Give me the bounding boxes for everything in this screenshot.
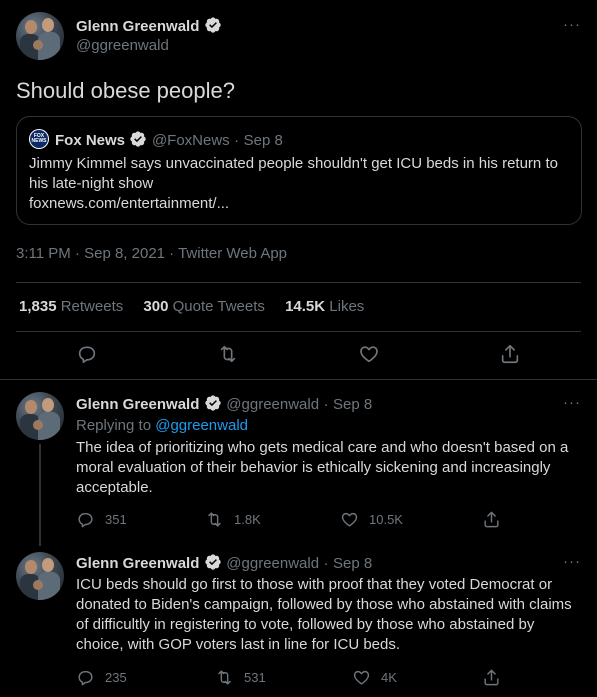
author-name-row[interactable]: Glenn Greenwald bbox=[76, 16, 222, 37]
fox-news-logo: FOX NEWS bbox=[29, 129, 49, 149]
reply-icon bbox=[78, 346, 96, 364]
divider bbox=[0, 379, 597, 380]
replying-to-handle[interactable]: @ggreenwald bbox=[155, 417, 248, 434]
verified-badge-icon bbox=[205, 554, 221, 570]
quoted-author-row: Fox News @FoxNews · Sep 8 bbox=[55, 130, 283, 151]
tweet-time[interactable]: 3:11 PM bbox=[16, 245, 71, 262]
quoted-author-handle: @FoxNews bbox=[151, 132, 230, 149]
retweet-count: 531 bbox=[244, 670, 266, 685]
share-icon bbox=[484, 669, 499, 686]
reply-author-row: Glenn Greenwald @ggreenwald · Sep 8 bbox=[76, 553, 372, 574]
reply-date[interactable]: Sep 8 bbox=[333, 396, 372, 413]
timestamp-row: 3:11 PM · Sep 8, 2021 · Twitter Web App bbox=[16, 244, 287, 264]
quoted-author-name: Fox News bbox=[55, 132, 126, 149]
heart-icon bbox=[341, 512, 358, 527]
share-button[interactable] bbox=[499, 343, 521, 365]
author-name[interactable]: Glenn Greenwald bbox=[76, 396, 199, 413]
heart-icon bbox=[360, 346, 378, 363]
share-icon bbox=[501, 344, 519, 364]
verified-badge-icon bbox=[130, 131, 147, 147]
retweets-stat[interactable]: 1,835 Retweets bbox=[19, 298, 123, 315]
dot-separator: · bbox=[323, 396, 329, 413]
tweet-date[interactable]: Sep 8, 2021 bbox=[84, 245, 165, 262]
retweet-button[interactable]: 531 bbox=[215, 668, 266, 687]
reply-text: ICU beds should go first to those with p… bbox=[76, 576, 572, 653]
retweet-icon bbox=[208, 512, 221, 527]
more-options-icon[interactable]: ··· bbox=[563, 553, 581, 570]
thread-line bbox=[39, 444, 41, 546]
reply-text: The idea of prioritizing who gets medica… bbox=[76, 439, 569, 496]
reply-count: 235 bbox=[105, 670, 127, 685]
quoted-tweet-text: Jimmy Kimmel says unvaccinated people sh… bbox=[29, 155, 558, 192]
divider bbox=[16, 331, 581, 332]
stats-row: 1,835 Retweets 300 Quote Tweets 14.5K Li… bbox=[19, 297, 364, 317]
quoted-tweet-card[interactable]: FOX NEWS Fox News @FoxNews · Sep 8 Jimmy… bbox=[16, 116, 582, 225]
dot-separator: · bbox=[74, 245, 80, 262]
author-handle[interactable]: @ggreenwald bbox=[226, 396, 319, 413]
reply-button[interactable] bbox=[76, 343, 98, 365]
quoted-link[interactable]: foxnews.com/entertainment/... bbox=[29, 194, 229, 214]
reply-icon bbox=[78, 671, 93, 686]
retweet-button[interactable]: 1.8K bbox=[205, 510, 261, 529]
avatar[interactable] bbox=[16, 392, 64, 440]
verified-badge-icon bbox=[205, 17, 221, 33]
reply-button[interactable]: 235 bbox=[76, 668, 127, 687]
author-handle[interactable]: @ggreenwald bbox=[226, 555, 319, 572]
heart-icon bbox=[353, 670, 370, 685]
avatar[interactable] bbox=[16, 552, 64, 600]
reply-icon bbox=[78, 513, 93, 528]
likes-stat[interactable]: 14.5K Likes bbox=[285, 298, 364, 315]
like-button[interactable]: 10.5K bbox=[340, 510, 403, 529]
more-options-icon[interactable]: ··· bbox=[563, 394, 581, 411]
retweet-icon bbox=[220, 345, 236, 363]
verified-badge-icon bbox=[205, 395, 221, 411]
retweet-button[interactable] bbox=[217, 343, 239, 365]
divider bbox=[16, 282, 581, 283]
retweet-icon bbox=[218, 670, 231, 685]
reply-count: 351 bbox=[105, 512, 127, 527]
share-button[interactable] bbox=[482, 668, 501, 687]
dot-separator: · bbox=[169, 245, 175, 262]
dot-separator: · bbox=[234, 132, 240, 149]
quoted-date: Sep 8 bbox=[243, 132, 283, 149]
share-icon bbox=[484, 511, 499, 528]
like-button[interactable] bbox=[358, 343, 380, 365]
more-options-icon[interactable]: ··· bbox=[563, 16, 581, 33]
like-button[interactable]: 4K bbox=[352, 668, 397, 687]
author-handle[interactable]: @ggreenwald bbox=[76, 37, 169, 55]
avatar[interactable] bbox=[16, 12, 64, 60]
reply-author-row: Glenn Greenwald @ggreenwald · Sep 8 bbox=[76, 394, 372, 415]
share-button[interactable] bbox=[482, 510, 501, 529]
like-count: 4K bbox=[381, 670, 397, 685]
author-name[interactable]: Glenn Greenwald bbox=[76, 555, 199, 572]
quote-tweets-stat[interactable]: 300 Quote Tweets bbox=[143, 298, 264, 315]
retweet-count: 1.8K bbox=[234, 512, 261, 527]
reply-date[interactable]: Sep 8 bbox=[333, 555, 372, 572]
tweet-client[interactable]: Twitter Web App bbox=[178, 245, 287, 262]
author-name[interactable]: Glenn Greenwald bbox=[76, 18, 199, 35]
dot-separator: · bbox=[323, 555, 329, 572]
replying-to: Replying to @ggreenwald bbox=[76, 417, 249, 434]
like-count: 10.5K bbox=[369, 512, 403, 527]
reply-button[interactable]: 351 bbox=[76, 510, 127, 529]
tweet-text: Should obese people? bbox=[16, 78, 235, 103]
